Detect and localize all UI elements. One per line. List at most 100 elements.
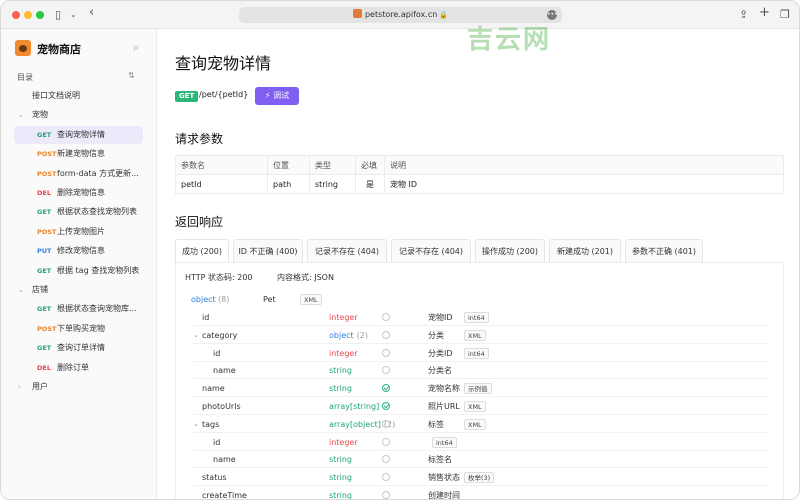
main-content: 查询宠物详情 GET /pet/{petId} ⚡ 调试 请求参数 参数名 位置…: [158, 29, 799, 500]
back-icon[interactable]: ‹: [89, 6, 94, 20]
field-tag[interactable]: int64: [464, 312, 489, 323]
params-header: 类型: [309, 155, 356, 175]
method-tag: DEL: [37, 189, 51, 197]
sidebar-item[interactable]: GET 查询宠物详情: [14, 125, 143, 144]
sidebar-item[interactable]: GET 根据状态查找宠物列表: [14, 203, 143, 221]
method-tag: POST: [37, 150, 57, 159]
table-cell: path: [267, 174, 310, 194]
field-type: string: [329, 469, 352, 486]
chevron-down-icon[interactable]: ⌄: [70, 8, 77, 22]
method-tag: GET: [37, 266, 52, 275]
sidebar-folder[interactable]: ⌄ 店铺: [14, 281, 143, 299]
params-header-row: 参数名 位置 类型 必填 说明: [175, 155, 784, 175]
field-type-label: string: [329, 491, 352, 500]
schema-field-row[interactable]: photoUrls array[string] 照片URL XML: [176, 398, 785, 415]
collapse-toggle-icon[interactable]: ⇅: [128, 71, 135, 80]
sidebar-item-label: 新建宠物信息: [57, 149, 105, 159]
search-icon[interactable]: ⌕: [133, 41, 139, 55]
method-tag: DEL: [37, 363, 51, 372]
root-type: object: [191, 295, 216, 304]
field-type-label: integer: [329, 348, 358, 358]
sidebar-item[interactable]: POST 上传宠物图片: [14, 223, 143, 241]
sidebar-item[interactable]: POST form-data 方式更新...: [14, 165, 143, 183]
field-type-label: string: [329, 366, 352, 376]
table-cell: petId: [175, 174, 268, 194]
response-tab[interactable]: 记录不存在 (404): [391, 239, 471, 263]
schema-field-row[interactable]: id integer 宠物ID int64: [176, 309, 785, 326]
field-tag[interactable]: XML: [464, 418, 486, 430]
expand-chevron-icon[interactable]: ⌄: [193, 327, 199, 344]
response-tab[interactable]: 成功 (200): [175, 239, 229, 263]
minimize-window-button[interactable]: [24, 11, 32, 19]
method-tag: GET: [37, 305, 52, 314]
sidebar-item-label: 下单购买宠物: [57, 323, 105, 333]
schema-field-row[interactable]: name string 分类名: [176, 362, 785, 380]
sidebar-item[interactable]: GET 根据状态查询宠物库...: [14, 300, 143, 318]
sidebar-item[interactable]: DEL 删除宠物信息: [14, 184, 143, 202]
field-tag[interactable]: int64: [464, 347, 489, 359]
tab-overview-icon[interactable]: ❐: [780, 8, 790, 22]
response-title: 返回响应: [175, 215, 224, 229]
optional-circle-icon: [382, 366, 390, 375]
field-tag[interactable]: int64: [432, 436, 457, 448]
method-tag: POST: [37, 227, 57, 236]
schema-field-row[interactable]: createTime string 创建时间: [176, 487, 785, 500]
field-description: 分类: [428, 330, 444, 340]
schema-root-row[interactable]: object (8) Pet XML: [176, 291, 785, 308]
schema-field-row[interactable]: status string 销售状态 枚举(3): [176, 469, 785, 487]
schema-field-row[interactable]: ⌄ category object (2) 分类 XML: [176, 327, 785, 344]
field-tag[interactable]: 示例值: [464, 383, 492, 395]
field-tag[interactable]: 枚举(3): [464, 472, 495, 484]
sidebar-item-label: 上传宠物图片: [57, 226, 105, 236]
debug-icon: ⚡: [264, 91, 271, 100]
field-tag[interactable]: XML: [464, 329, 486, 341]
sidebar-item[interactable]: POST 下单购买宠物: [14, 320, 143, 338]
root-tag[interactable]: XML: [300, 294, 322, 305]
debug-button[interactable]: ⚡ 调试: [255, 87, 299, 105]
field-type: array[string]: [329, 398, 379, 415]
schema-field-row[interactable]: id integer int64: [176, 434, 785, 451]
sidebar-toggle-icon[interactable]: ▯: [55, 8, 61, 22]
page-title: 查询宠物详情: [175, 54, 272, 73]
sidebar-item-doc[interactable]: 接口文档说明: [14, 87, 143, 105]
response-tab[interactable]: 新建成功 (201): [549, 239, 621, 263]
chevron-icon: ⌄: [18, 111, 24, 120]
schema-field-row[interactable]: id integer 分类ID int64: [176, 345, 785, 362]
field-name: name: [213, 455, 236, 465]
sidebar-folder[interactable]: › 用户: [14, 378, 143, 396]
method-tag: GET: [37, 130, 52, 139]
sidebar-item[interactable]: DEL 删除订单: [14, 359, 143, 377]
response-tab[interactable]: 记录不存在 (404): [307, 239, 387, 263]
sidebar-item[interactable]: GET 查询订单详情: [14, 339, 143, 357]
response-tab[interactable]: ID 不正确 (400): [233, 239, 303, 263]
sidebar-item[interactable]: PUT 修改宠物信息: [14, 242, 143, 260]
field-description: 标签: [428, 419, 444, 429]
sidebar-folder[interactable]: ⌄ 宠物: [14, 106, 143, 124]
field-tag[interactable]: XML: [464, 401, 486, 412]
chevron-icon: ⌄: [18, 286, 24, 294]
close-window-button[interactable]: [12, 11, 20, 19]
schema-field-row[interactable]: name string 宠物名称 示例值: [176, 380, 785, 398]
expand-chevron-icon[interactable]: ⌄: [193, 416, 199, 433]
field-name: name: [202, 384, 225, 394]
sidebar: 宠物商店 ⌕ 目录 ⇅ 接口文档说明 ⌄ 宠物 GET 查询宠物详情 POST 新建宠物信息…: [1, 29, 157, 499]
response-tab[interactable]: 参数不正确 (401): [625, 239, 703, 263]
browser-window: ▯ ⌄ ‹ petstore.apifox.cn 🔒 ••• ⇪ + ❐ 吉云网 …: [0, 0, 800, 500]
chevron-icon: ›: [18, 383, 21, 391]
field-description: 宠物ID: [428, 313, 453, 322]
method-badge: GET: [175, 91, 199, 102]
field-type: string: [329, 487, 352, 500]
schema-field-row[interactable]: ⌄ tags array[object] (2) 标签 XML: [176, 416, 785, 433]
new-tab-icon[interactable]: +: [759, 6, 770, 20]
debug-label: 调试: [273, 91, 290, 100]
method-tag: POST: [37, 324, 57, 333]
sidebar-item[interactable]: POST 新建宠物信息: [14, 145, 143, 163]
field-name: id: [202, 313, 210, 322]
field-type: object (2): [329, 327, 368, 344]
schema-field-row[interactable]: name string 标签名: [176, 451, 785, 469]
sidebar-item[interactable]: GET 根据 tag 查找宠物列表: [14, 262, 143, 280]
response-tab[interactable]: 操作成功 (200): [475, 239, 545, 263]
maximize-window-button[interactable]: [36, 11, 44, 19]
optional-circle-icon: [382, 330, 390, 339]
share-icon[interactable]: ⇪: [739, 8, 748, 22]
